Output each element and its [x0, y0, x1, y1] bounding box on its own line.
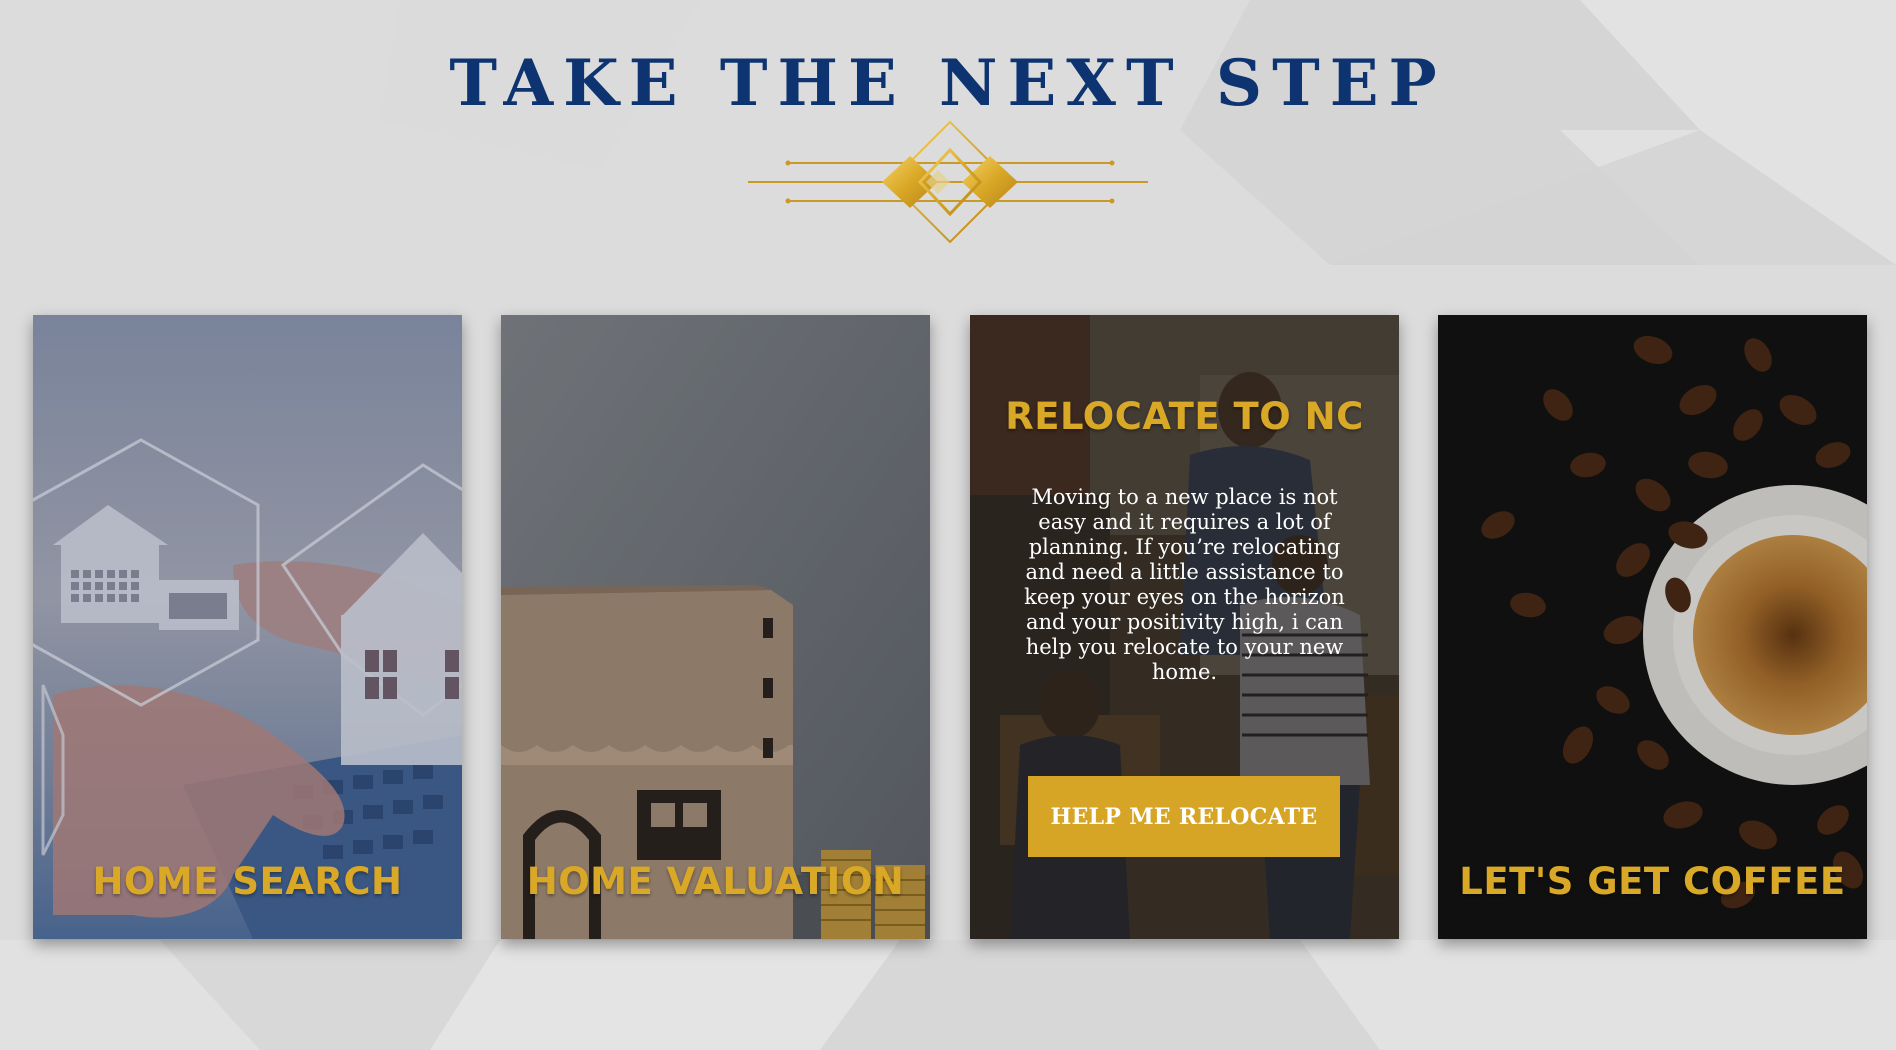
coffee-cup-beans-image	[1438, 315, 1867, 939]
card-relocate: RELOCATE TO NC Moving to a new place is …	[970, 315, 1399, 939]
card-title-home-valuation: HOME VALUATION	[526, 860, 905, 903]
card-home-search[interactable]: HOME SEARCH	[33, 315, 462, 939]
help-me-relocate-button[interactable]: HELP ME RELOCATE	[1028, 776, 1340, 857]
laptop-house-icons-image	[33, 315, 462, 939]
card-description-relocate: Moving to a new place is not easy and it…	[1024, 485, 1345, 684]
card-title-home-search: HOME SEARCH	[92, 860, 403, 903]
card-title-relocate: RELOCATE TO NC	[1005, 395, 1364, 438]
model-house-coins-image	[501, 315, 930, 939]
card-lets-get-coffee[interactable]: LET'S GET COFFEE	[1438, 315, 1867, 939]
cards-row: HOME SEARCH HOME VALUATION RELOCATE TO N…	[0, 0, 1896, 1050]
card-title-lets-get-coffee: LET'S GET COFFEE	[1459, 860, 1846, 903]
card-home-valuation[interactable]: HOME VALUATION	[501, 315, 930, 939]
